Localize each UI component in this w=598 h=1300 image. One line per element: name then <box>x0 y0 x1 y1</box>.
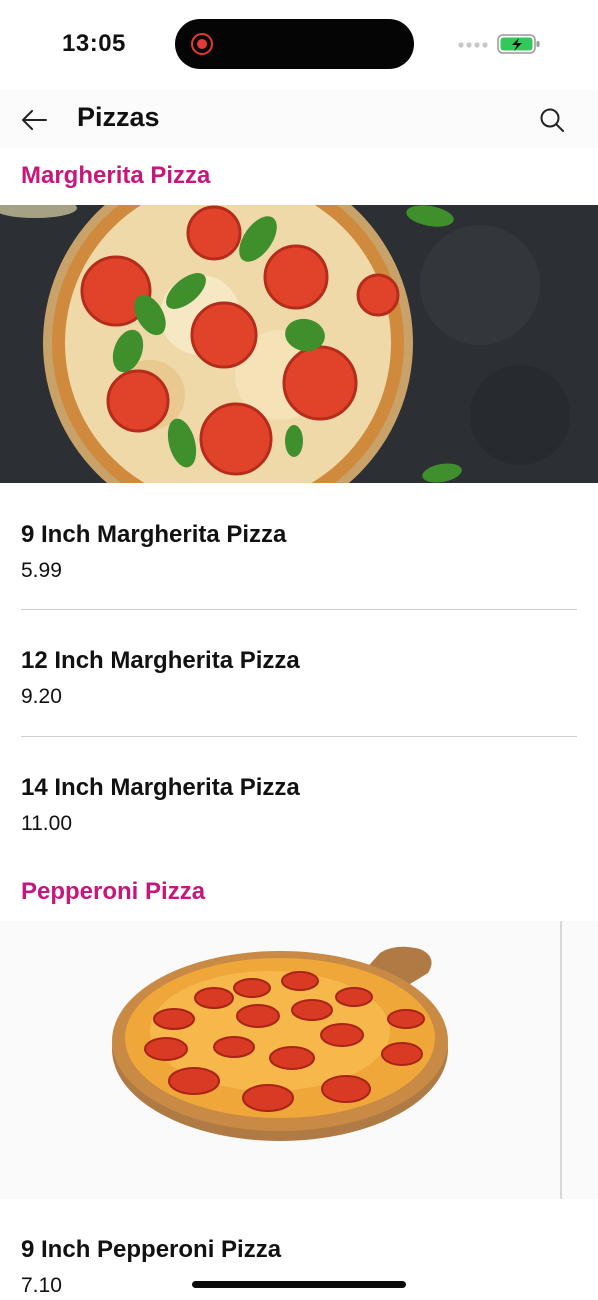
section-title-margherita: Margherita Pizza <box>21 162 211 189</box>
home-indicator[interactable] <box>192 1281 406 1288</box>
battery-charging-icon <box>497 34 540 54</box>
divider <box>21 736 577 737</box>
status-time: 13:05 <box>62 30 126 57</box>
menu-item[interactable]: 14 Inch Margherita Pizza 11.00 <box>21 773 577 837</box>
item-price: 5.99 <box>21 559 62 582</box>
item-price: 11.00 <box>21 812 72 835</box>
menu-item[interactable]: 12 Inch Margherita Pizza 9.20 <box>21 646 577 710</box>
search-icon <box>540 108 564 132</box>
screen-recording-icon <box>191 33 213 55</box>
item-name: 12 Inch Margherita Pizza <box>21 647 300 674</box>
cellular-signal-icon <box>458 42 488 48</box>
item-price: 9.20 <box>21 685 62 708</box>
margherita-pizza-photo <box>0 205 598 483</box>
arrow-left-icon <box>22 110 47 130</box>
menu-item[interactable]: 9 Inch Pepperoni Pizza 7.10 <box>21 1235 577 1299</box>
section-title-pepperoni: Pepperoni Pizza <box>21 878 206 905</box>
status-bar: 13:05 <box>0 0 598 90</box>
menu-item[interactable]: 9 Inch Margherita Pizza 5.99 <box>21 520 577 584</box>
margherita-pizza-image <box>0 205 598 483</box>
search-button[interactable] <box>532 100 572 140</box>
pepperoni-pizza-photo <box>0 921 598 1199</box>
app-header: Pizzas <box>0 90 598 148</box>
back-button[interactable] <box>14 100 54 140</box>
pepperoni-pizza-image <box>0 921 598 1199</box>
divider <box>21 609 577 610</box>
item-name: 9 Inch Margherita Pizza <box>21 521 287 548</box>
item-name: 9 Inch Pepperoni Pizza <box>21 1236 282 1263</box>
dynamic-island <box>175 19 414 69</box>
item-name: 14 Inch Margherita Pizza <box>21 774 300 801</box>
page-title: Pizzas <box>77 102 160 132</box>
